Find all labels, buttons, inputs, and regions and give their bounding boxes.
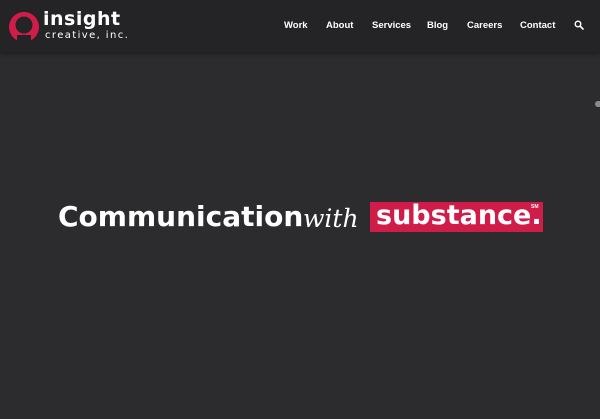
headline-word-substance: substance.: [376, 200, 542, 231]
nav-item-services[interactable]: Services: [372, 18, 411, 34]
nav-item-work[interactable]: Work: [284, 18, 308, 34]
search-icon[interactable]: [574, 20, 584, 30]
main-nav: Work About Services Blog Careers Contact: [0, 18, 600, 34]
nav-item-careers[interactable]: Careers: [467, 18, 502, 34]
nav-item-about[interactable]: About: [326, 18, 353, 34]
headline-word-with: with: [303, 204, 359, 233]
site-header: insight creative, inc. Work About Servic…: [0, 0, 600, 52]
nav-item-blog[interactable]: Blog: [427, 18, 448, 34]
nav-item-contact[interactable]: Contact: [520, 18, 555, 34]
service-mark: SM: [531, 204, 539, 210]
page: insight creative, inc. Work About Servic…: [0, 0, 600, 419]
headline-highlight-box: substance. SM: [370, 200, 543, 232]
headline-word-communication: Communication: [58, 200, 304, 233]
hero-headline: Communication with substance. SM: [0, 195, 600, 245]
scroll-indicator[interactable]: [595, 101, 600, 107]
